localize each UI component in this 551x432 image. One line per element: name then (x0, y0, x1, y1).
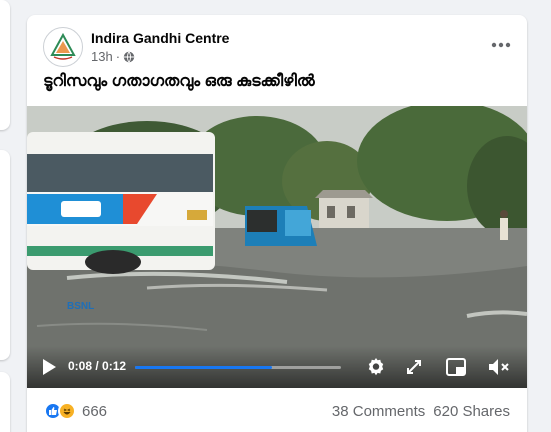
settings-button[interactable] (365, 356, 387, 378)
fullscreen-button[interactable] (403, 356, 425, 378)
mute-icon (489, 359, 509, 375)
mute-button[interactable] (487, 356, 511, 378)
post-header: Indira Gandhi Centre 13h · (43, 27, 229, 67)
haha-reaction-icon (58, 402, 76, 420)
reactions-summary[interactable]: 666 (44, 402, 107, 420)
page-avatar[interactable] (43, 27, 83, 67)
post-meta: 13h · (91, 49, 229, 65)
mini-player-icon (446, 358, 466, 376)
shares-count[interactable]: 620 Shares (433, 403, 510, 420)
side-card-top (0, 0, 10, 130)
video-player[interactable]: BSNL 0:08 / 0:12 (27, 106, 527, 388)
author-name[interactable]: Indira Gandhi Centre (91, 29, 229, 47)
side-card-bottom (0, 372, 10, 432)
page-logo-icon (47, 31, 79, 63)
video-progress-bar[interactable] (135, 366, 341, 369)
comments-count[interactable]: 38 Comments (332, 403, 425, 420)
mini-player-button[interactable] (445, 356, 467, 378)
play-button[interactable] (39, 357, 59, 377)
play-icon (43, 359, 56, 375)
post-stats: 38 Comments 620 Shares (332, 403, 510, 420)
fullscreen-icon (407, 360, 421, 374)
engagement-bar: 666 38 Comments 620 Shares (27, 393, 527, 429)
video-time: 0:08 / 0:12 (68, 359, 127, 373)
bus-banner-text: BSNL (67, 301, 95, 312)
more-horizontal-icon (491, 42, 511, 48)
globe-icon[interactable] (123, 51, 135, 63)
more-options-button[interactable] (489, 33, 513, 57)
reaction-count: 666 (82, 402, 108, 420)
meta-separator: · (115, 49, 121, 64)
side-card-middle (0, 150, 10, 360)
settings-icon (368, 358, 384, 376)
post-caption: ടൂറിസവും ഗതാഗതവും ഒരു കുടക്കീഴിൽ (43, 73, 315, 90)
video-progress-fill (135, 366, 273, 369)
post-card: Indira Gandhi Centre 13h · ടൂറിസവും ഗതാഗ… (27, 15, 527, 432)
post-timestamp[interactable]: 13h (91, 49, 113, 65)
video-controls: 0:08 / 0:12 (27, 346, 527, 388)
